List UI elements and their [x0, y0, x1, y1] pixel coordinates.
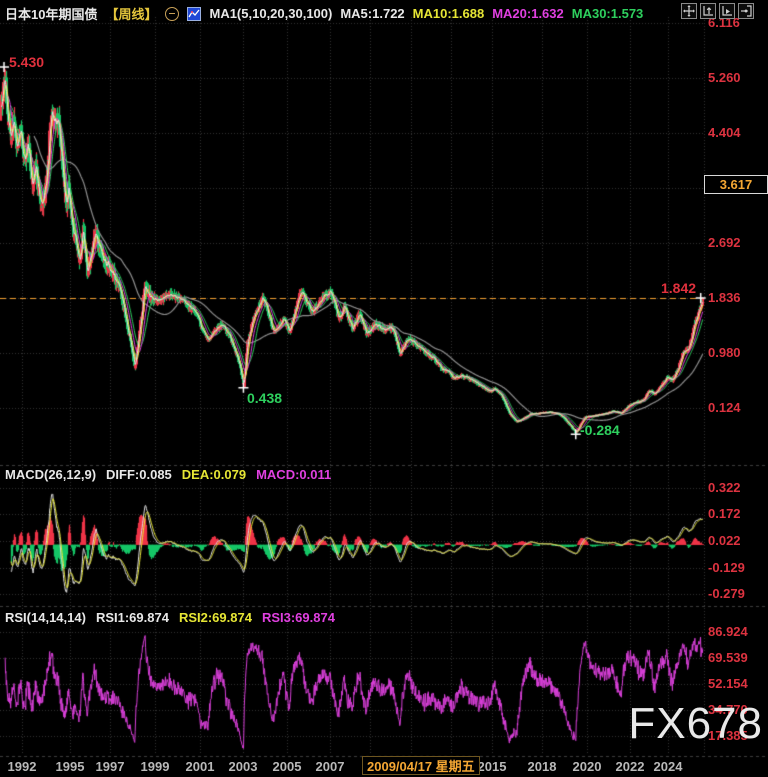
macd-panel-header: MACD(26,12,9) DIFF:0.085 DEA:0.079 MACD:… [5, 467, 331, 482]
recent-high-annotation: 1.842 [661, 280, 696, 296]
axis-forward-icon[interactable] [719, 3, 735, 19]
macd-title: MACD(26,12,9) [5, 467, 96, 482]
rsi1-value: RSI1:69.874 [96, 610, 169, 625]
rsi-title: RSI(14,14,14) [5, 610, 86, 625]
ma5-value: MA5:1.722 [340, 6, 404, 21]
chart-app: 6.1165.2604.4043.5482.6921.8360.9800.124… [0, 0, 768, 777]
peak-price-annotation: 5.430 [9, 54, 44, 70]
rsi2-value: RSI2:69.874 [179, 610, 252, 625]
main-chart-header: 日本10年期国债 【周线】 MA1(5,10,20,30,100) MA5:1.… [5, 4, 643, 23]
fx678-watermark: FX678 [628, 699, 763, 749]
panel-exit-icon[interactable] [738, 3, 754, 19]
macd-hist-value: MACD:0.011 [256, 467, 331, 482]
price-chart-canvas[interactable] [0, 0, 768, 777]
collapse-circle-icon[interactable] [165, 7, 179, 21]
move-icon[interactable] [681, 3, 697, 19]
rsi-panel-header: RSI(14,14,14) RSI1:69.874 RSI2:69.874 RS… [5, 610, 335, 625]
crosshair-date-readout: 2009/04/17 星期五 [362, 756, 480, 775]
macd-dea-value: DEA:0.079 [182, 467, 246, 482]
ma10-value: MA10:1.688 [413, 6, 485, 21]
timeframe-label: 【周线】 [105, 4, 157, 23]
low-2019-annotation: -0.284 [580, 422, 620, 438]
chart-toolbar [681, 3, 754, 19]
instrument-title: 日本10年期国债 [5, 4, 97, 23]
ma-settings-label: MA1(5,10,20,30,100) [209, 6, 332, 21]
low-2003-annotation: 0.438 [247, 390, 282, 406]
ma30-value: MA30:1.573 [572, 6, 644, 21]
chart-type-icon[interactable] [187, 7, 201, 21]
crosshair-price-readout: 3.617 [704, 175, 768, 194]
axis-up-icon[interactable] [700, 3, 716, 19]
ma20-value: MA20:1.632 [492, 6, 564, 21]
rsi3-value: RSI3:69.874 [262, 610, 335, 625]
macd-diff-value: DIFF:0.085 [106, 467, 172, 482]
